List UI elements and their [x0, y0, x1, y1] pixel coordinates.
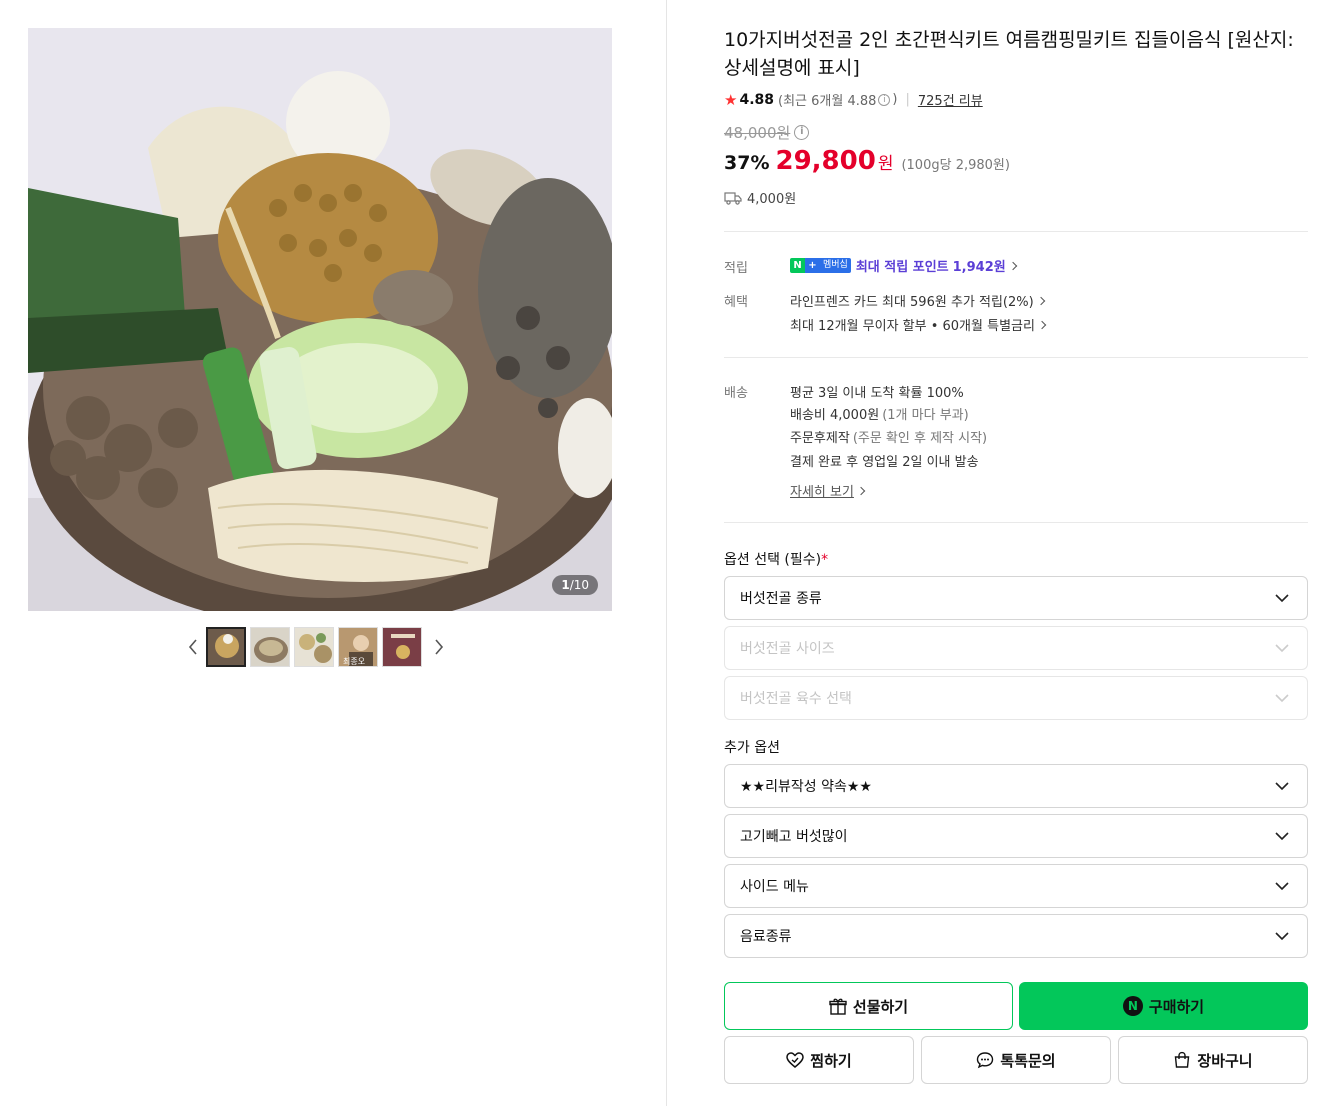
points-text: 최대 적립 포인트 — [855, 260, 949, 275]
thumbnail-2[interactable] — [250, 627, 290, 667]
delivery-detail-link[interactable]: 자세히 보기 — [790, 481, 866, 500]
thumbnail-image — [251, 628, 289, 666]
extra-option-side-menu[interactable]: 사이드 메뉴 — [724, 864, 1308, 908]
original-price: 48,000원 — [724, 124, 791, 142]
divider — [724, 231, 1308, 232]
delivery-arrival: 평균 3일 이내 도착 확률 100% — [790, 386, 964, 401]
option-select-size[interactable]: 버섯전골 사이즈 — [724, 626, 1308, 670]
installment-link[interactable]: 최대 12개월 무이자 할부 • 60개월 특별금리 — [790, 315, 1047, 334]
wishlist-button[interactable]: 찜하기 — [724, 1036, 914, 1084]
original-price-row: 48,000원 i — [724, 122, 810, 143]
thumbnail-image — [208, 629, 244, 665]
divider: | — [905, 92, 910, 107]
truck-icon — [724, 191, 742, 205]
made-to-order: 주문후제작 (주문 확인 후 제작 시작) — [790, 431, 988, 446]
chat-icon — [977, 1052, 994, 1069]
points-label: 적립 — [724, 261, 748, 276]
image-counter: 1/10 — [552, 575, 598, 595]
extra-option-review[interactable]: ★★리뷰작성 약속★★ — [724, 764, 1308, 808]
chevron-right-icon — [1008, 261, 1017, 270]
thumbnail-1[interactable] — [206, 627, 246, 667]
naver-pay-icon: N — [1122, 996, 1143, 1016]
extra-option-no-meat[interactable]: 고기빼고 버섯많이 — [724, 814, 1308, 858]
gallery-panel: 1/10 최종오 — [0, 0, 667, 1106]
thumb-prev-button[interactable] — [180, 627, 206, 667]
option-select-type[interactable]: 버섯전골 종류 — [724, 576, 1308, 620]
cart-button[interactable]: 장바구니 — [1118, 1036, 1308, 1084]
rating-row: ★ 4.88 (최근 6개월 4.88 i ) | 725건 리뷰 — [724, 90, 983, 110]
chevron-right-icon — [1036, 296, 1045, 305]
thumbnail-strip: 최종오 — [180, 626, 460, 668]
card-benefit-link[interactable]: 라인프렌즈 카드 최대 596원 추가 적립(2%) — [790, 291, 1045, 310]
shipping-fee-row: 4,000원 — [724, 188, 796, 207]
thumbnail-image: 최종오 — [339, 628, 377, 666]
thumbnail-5[interactable] — [382, 627, 422, 667]
shipping-fee: 4,000원 — [747, 192, 797, 207]
chevron-right-icon — [1037, 320, 1047, 329]
sale-price: 29,800 — [775, 146, 876, 176]
thumbnail-image — [383, 628, 421, 666]
heart-icon — [786, 1052, 805, 1068]
svg-text:최종오: 최종오 — [343, 656, 365, 666]
chevron-down-icon — [1275, 644, 1289, 653]
divider — [724, 357, 1308, 358]
option-select-broth[interactable]: 버섯전골 육수 선택 — [724, 676, 1308, 720]
thumbnail-image — [295, 628, 333, 666]
thumbnail-4[interactable]: 최종오 — [338, 627, 378, 667]
points-row[interactable]: N + 멤버십 최대 적립 포인트 1,942원 — [790, 256, 1017, 275]
rating-score: 4.88 — [739, 91, 774, 108]
naver-membership-badge: N + 멤버십 — [790, 258, 851, 273]
info-icon[interactable]: i — [794, 125, 810, 140]
extra-option-drink[interactable]: 음료종류 — [724, 914, 1308, 958]
main-product-image[interactable]: 1/10 — [28, 28, 612, 611]
points-value: 1,942원 — [952, 260, 1006, 275]
chevron-down-icon — [1275, 882, 1289, 891]
recent-rating: (최근 6개월 4.88 — [778, 94, 877, 109]
gift-button[interactable]: 선물하기 — [724, 982, 1013, 1030]
chevron-down-icon — [1275, 782, 1289, 791]
thumb-next-button[interactable] — [426, 627, 452, 667]
recent-rating-close: ) — [892, 92, 898, 107]
divider — [724, 522, 1308, 523]
thumbnail-3[interactable] — [294, 627, 334, 667]
bag-icon — [1175, 1051, 1190, 1068]
buy-button[interactable]: N 구매하기 — [1019, 982, 1308, 1030]
dispatch-info: 결제 완료 후 영업일 2일 이내 발송 — [790, 455, 979, 470]
chevron-right-icon — [856, 486, 866, 495]
star-icon: ★ — [724, 90, 738, 109]
product-title: 10가지버섯전골 2인 초간편식키트 여름캠핑밀키트 집들이음식 [원산지:상세… — [724, 29, 1294, 79]
currency-unit: 원 — [877, 154, 894, 174]
chevron-down-icon — [1275, 832, 1289, 841]
info-icon[interactable]: i — [878, 93, 891, 106]
chevron-down-icon — [1275, 932, 1289, 941]
chevron-down-icon — [1275, 694, 1289, 703]
review-count-link[interactable]: 725건 리뷰 — [918, 90, 983, 109]
discount-rate: 37% — [724, 152, 770, 174]
delivery-fee: 배송비 4,000원 (1개 마다 부과) — [790, 408, 969, 423]
talk-inquiry-button[interactable]: 톡톡문의 — [921, 1036, 1111, 1084]
perks-label: 혜택 — [724, 295, 748, 310]
option-section-title: 옵션 선택 (필수)* — [724, 552, 829, 568]
chevron-left-icon — [188, 639, 197, 655]
mushroom-hotpot-photo — [28, 28, 612, 611]
price-row: 37% 29,800 원 (100g당 2,980원) — [724, 146, 1010, 176]
chevron-right-icon — [435, 639, 444, 655]
extra-option-title: 추가 옵션 — [724, 740, 780, 756]
delivery-label: 배송 — [724, 386, 748, 401]
unit-price: (100g당 2,980원) — [901, 158, 1010, 173]
chevron-down-icon — [1275, 594, 1289, 603]
gift-icon — [829, 998, 847, 1015]
